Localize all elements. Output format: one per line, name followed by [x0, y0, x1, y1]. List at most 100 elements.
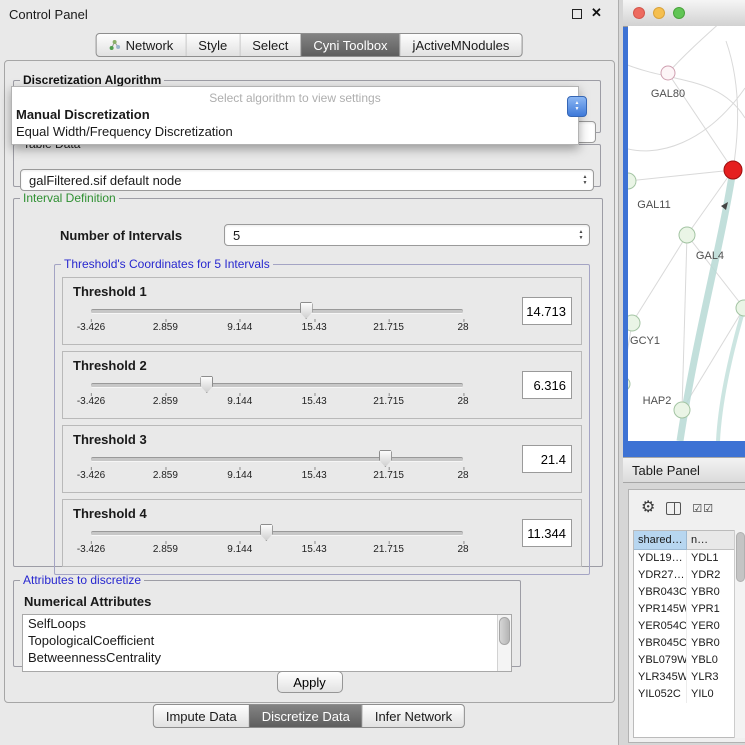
number-of-intervals-combobox[interactable]: 5 ▲ ▼: [224, 224, 590, 246]
tick-label: -3.426: [77, 544, 105, 555]
tab-jactivemnodules[interactable]: jActiveMNodules: [400, 34, 522, 56]
apply-button[interactable]: Apply: [277, 671, 343, 693]
table-scrollbar[interactable]: [734, 530, 745, 738]
network-node[interactable]: [628, 173, 636, 189]
table-scrollbar-thumb[interactable]: [736, 532, 745, 582]
network-node[interactable]: [679, 227, 695, 243]
list-item[interactable]: BetweennessCentrality: [23, 649, 511, 666]
network-edge-highlighted[interactable]: [680, 170, 733, 441]
tab-discretize-data[interactable]: Discretize Data: [249, 705, 362, 727]
minimize-traffic-light-icon[interactable]: [653, 7, 665, 19]
table-row[interactable]: YBL079WYBL0: [634, 652, 734, 669]
float-window-icon[interactable]: [572, 9, 582, 19]
slider-thumb[interactable]: [300, 302, 313, 319]
cell[interactable]: YBL0: [687, 652, 734, 669]
network-node[interactable]: [628, 315, 640, 331]
tab-cyni-toolbox[interactable]: Cyni Toolbox: [300, 34, 399, 56]
zoom-traffic-light-icon[interactable]: [673, 7, 685, 19]
cell[interactable]: YER0: [687, 618, 734, 635]
dropdown-option-manual[interactable]: Manual Discretization: [12, 106, 578, 123]
table-data-combobox[interactable]: galFiltered.sif default node ▲ ▼: [20, 169, 594, 191]
table-row[interactable]: YER054CYER0: [634, 618, 734, 635]
table-row[interactable]: YDL19…YDL1: [634, 550, 734, 567]
table-row[interactable]: YLR345WYLR3: [634, 669, 734, 686]
cell[interactable]: YBL079W: [634, 652, 687, 669]
table-row[interactable]: YDR27…YDR2: [634, 567, 734, 584]
network-node[interactable]: [661, 66, 675, 80]
cell[interactable]: YDL1: [687, 550, 734, 567]
network-node[interactable]: [674, 402, 690, 418]
slider-track[interactable]: [91, 309, 463, 314]
network-edge-highlighted[interactable]: [718, 308, 744, 441]
cell[interactable]: YPR1: [687, 601, 734, 618]
network-node-selected[interactable]: [724, 161, 742, 179]
threshold-value-input[interactable]: [522, 297, 572, 325]
column-header-name[interactable]: n…: [687, 531, 734, 550]
tab-impute-data[interactable]: Impute Data: [154, 705, 249, 727]
threshold-value-input[interactable]: [522, 371, 572, 399]
tab-style[interactable]: Style: [185, 34, 239, 56]
slider-thumb[interactable]: [379, 450, 392, 467]
network-canvas[interactable]: GAL80 GAL11 GAL4 GCY1 HAP2: [628, 26, 745, 441]
slider-track[interactable]: [91, 457, 463, 462]
column-header-shared-name[interactable]: shared…: [634, 531, 687, 550]
table-row[interactable]: YBR045CYBR0: [634, 635, 734, 652]
cyni-toolbox-panel: Discretization Algorithm ▲ ▼ Select algo…: [4, 60, 615, 703]
cell[interactable]: YDR27…: [634, 567, 687, 584]
cell[interactable]: YBR0: [687, 584, 734, 601]
tab-network[interactable]: Network: [97, 34, 186, 56]
table-row[interactable]: YBR043CYBR0: [634, 584, 734, 601]
dropdown-option-equal-width[interactable]: Equal Width/Frequency Discretization: [12, 123, 578, 140]
algorithm-combobox-stepper[interactable]: ▲ ▼: [567, 96, 587, 117]
cell[interactable]: YIL052C: [634, 686, 687, 703]
close-icon[interactable]: ✕: [591, 5, 602, 21]
gear-icon[interactable]: ⚙: [641, 500, 655, 516]
tab-label: Network: [126, 38, 174, 53]
select-columns-icon[interactable]: ☑☑: [692, 502, 714, 515]
table-row[interactable]: YIL052CYIL0: [634, 686, 734, 703]
threshold-slider[interactable]: [91, 302, 463, 320]
slider-thumb[interactable]: [200, 376, 213, 393]
checkbox-icon: ☑: [692, 503, 703, 515]
threshold-slider[interactable]: [91, 376, 463, 394]
threshold-row-4: Threshold 4 -3.426 2.859 9.144 15.43 21.…: [62, 499, 582, 567]
threshold-slider[interactable]: [91, 450, 463, 468]
cell[interactable]: YDL19…: [634, 550, 687, 567]
slider-track[interactable]: [91, 531, 463, 536]
threshold-slider[interactable]: [91, 524, 463, 542]
attributes-list[interactable]: SelfLoops TopologicalCoefficient Between…: [22, 614, 512, 672]
slider-track[interactable]: [91, 383, 463, 388]
close-traffic-light-icon[interactable]: [633, 7, 645, 19]
list-item[interactable]: SelfLoops: [23, 615, 511, 632]
network-node-label: GCY1: [630, 335, 660, 347]
cell[interactable]: YER054C: [634, 618, 687, 635]
threshold-value-input[interactable]: [522, 445, 572, 473]
cell[interactable]: YBR045C: [634, 635, 687, 652]
table-row[interactable]: YPR145WYPR1: [634, 601, 734, 618]
interval-definition-legend: Interval Definition: [20, 191, 119, 205]
slider-thumb[interactable]: [260, 524, 273, 541]
slider-tick-labels: -3.426 2.859 9.144 15.43 21.715 28: [91, 470, 463, 482]
cell[interactable]: YPR145W: [634, 601, 687, 618]
cell[interactable]: YIL0: [687, 686, 734, 703]
arrow-down-icon: ▼: [583, 181, 588, 186]
node-table: shared… n… YDL19…YDL1 YDR27…YDR2 YBR043C…: [633, 530, 735, 738]
columns-icon[interactable]: [666, 502, 681, 515]
combobox-stepper-icon: ▲ ▼: [573, 225, 589, 245]
dropdown-placeholder-option[interactable]: Select algorithm to view settings: [12, 89, 578, 106]
cell[interactable]: YBR043C: [634, 584, 687, 601]
list-scrollbar[interactable]: [497, 615, 511, 671]
cell[interactable]: YLR345W: [634, 669, 687, 686]
threshold-value-input[interactable]: [522, 519, 572, 547]
network-node[interactable]: [628, 377, 630, 391]
tab-select[interactable]: Select: [239, 34, 300, 56]
cell[interactable]: YDR2: [687, 567, 734, 584]
tab-infer-network[interactable]: Infer Network: [362, 705, 464, 727]
tick-label: 2.859: [153, 322, 178, 333]
cell[interactable]: YBR0: [687, 635, 734, 652]
network-node[interactable]: [736, 300, 745, 316]
tick-label: -3.426: [77, 322, 105, 333]
cell[interactable]: YLR3: [687, 669, 734, 686]
list-item[interactable]: TopologicalCoefficient: [23, 632, 511, 649]
list-scrollbar-thumb[interactable]: [499, 617, 510, 645]
